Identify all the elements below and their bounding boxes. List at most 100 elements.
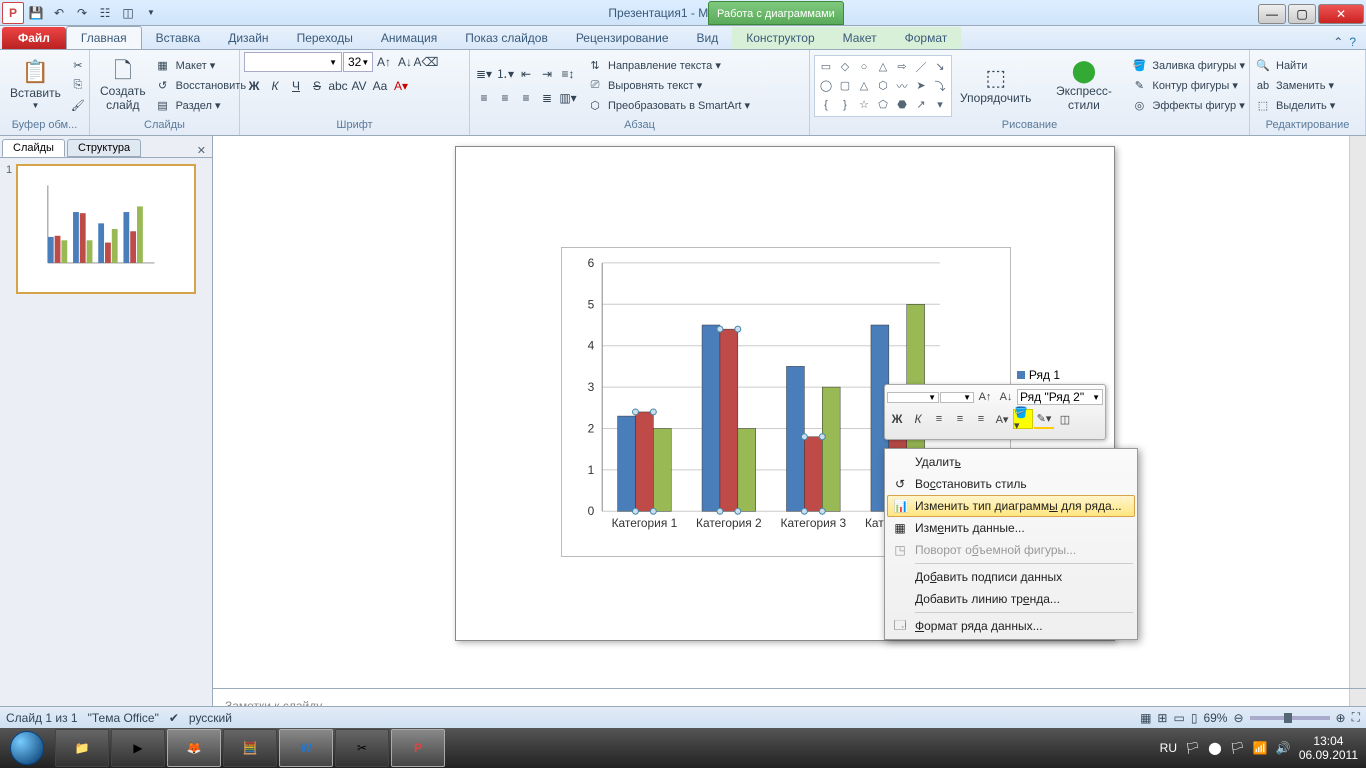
align-text-button[interactable]: ⎚Выровнять текст ▾ <box>586 77 750 95</box>
help-icon[interactable]: ? <box>1349 35 1356 49</box>
mini-bold-button[interactable]: Ж <box>887 409 907 429</box>
italic-button[interactable]: К <box>265 76 285 96</box>
mini-shrink-icon[interactable]: A↓ <box>996 387 1016 407</box>
mini-align-left-icon[interactable]: ≡ <box>929 409 949 429</box>
tray-network-icon[interactable]: 📶 <box>1253 741 1268 755</box>
panel-close-icon[interactable]: ✕ <box>197 144 206 157</box>
tab-transitions[interactable]: Переходы <box>283 27 367 49</box>
shape-outline-button[interactable]: ✎Контур фигуры ▾ <box>1130 77 1245 95</box>
mini-size-combo[interactable]: ▼ <box>940 392 974 403</box>
layout-button[interactable]: ▦Макет ▾ <box>154 57 246 75</box>
mini-italic-button[interactable]: К <box>908 409 928 429</box>
zoom-out-icon[interactable]: ⊖ <box>1233 711 1243 725</box>
copy-icon[interactable]: ⎘ <box>69 77 87 95</box>
context-menu-item[interactable]: Добавить подписи данных <box>887 566 1135 588</box>
mini-font-color-icon[interactable]: A▾ <box>992 409 1012 429</box>
view-normal-icon[interactable]: ▦ <box>1140 711 1151 725</box>
view-sorter-icon[interactable]: ⊞ <box>1157 711 1167 725</box>
outline-tab[interactable]: Структура <box>67 139 141 157</box>
columns-icon[interactable]: ▥▾ <box>558 88 578 108</box>
underline-button[interactable]: Ч <box>286 76 306 96</box>
vertical-scrollbar[interactable] <box>1349 136 1366 688</box>
zoom-slider[interactable] <box>1250 716 1330 720</box>
view-reading-icon[interactable]: ▭ <box>1173 711 1184 725</box>
task-snip[interactable]: ✂ <box>335 729 389 767</box>
task-powerpoint[interactable]: P <box>391 729 445 767</box>
indent-dec-icon[interactable]: ⇤ <box>516 64 536 84</box>
tab-chart-design[interactable]: Конструктор <box>732 27 828 49</box>
task-word[interactable]: W <box>279 729 333 767</box>
view-slideshow-icon[interactable]: ▯ <box>1191 711 1198 725</box>
zoom-in-icon[interactable]: ⊕ <box>1336 711 1346 725</box>
tray-volume-icon[interactable]: 🔊 <box>1276 741 1291 755</box>
tray-lang[interactable]: RU <box>1160 741 1177 755</box>
context-menu-item[interactable]: Удалить <box>887 451 1135 473</box>
mini-fill-icon[interactable]: 🪣▾ <box>1013 409 1033 429</box>
zoom-level[interactable]: 69% <box>1203 711 1227 725</box>
tab-design[interactable]: Дизайн <box>214 27 282 49</box>
mini-format-icon[interactable]: ◫ <box>1055 409 1075 429</box>
indent-inc-icon[interactable]: ⇥ <box>537 64 557 84</box>
reset-button[interactable]: ↺Восстановить <box>154 77 246 95</box>
tray-action-icon[interactable]: 🏳 <box>1230 741 1245 755</box>
align-center-icon[interactable]: ≡ <box>495 88 515 108</box>
task-firefox[interactable]: 🦊 <box>167 729 221 767</box>
close-button[interactable]: ✕ <box>1318 4 1364 24</box>
maximize-button[interactable]: ▢ <box>1288 4 1316 24</box>
select-button[interactable]: ⬚Выделить ▾ <box>1254 97 1335 115</box>
tab-review[interactable]: Рецензирование <box>562 27 683 49</box>
undo-icon[interactable]: ↶ <box>48 2 70 24</box>
task-media[interactable]: ▶ <box>111 729 165 767</box>
context-menu-item[interactable]: ▦Изменить данные... <box>887 517 1135 539</box>
format-painter-icon[interactable]: 🖌 <box>69 97 87 115</box>
new-slide-button[interactable]: 🗋Создать слайд <box>94 57 152 114</box>
tab-insert[interactable]: Вставка <box>142 27 215 49</box>
find-button[interactable]: 🔍Найти <box>1254 57 1335 75</box>
tab-chart-format[interactable]: Формат <box>891 27 962 49</box>
spellcheck-icon[interactable]: ✔ <box>169 711 179 725</box>
slide-thumbnail[interactable]: 1 <box>6 164 206 294</box>
tray-flag-icon[interactable]: 🏳 <box>1185 741 1200 755</box>
tab-chart-layout[interactable]: Макет <box>829 27 891 49</box>
shape-fill-button[interactable]: 🪣Заливка фигуры ▾ <box>1130 57 1245 75</box>
align-right-icon[interactable]: ≡ <box>516 88 536 108</box>
convert-smartart-button[interactable]: ⬡Преобразовать в SmartArt ▾ <box>586 97 750 115</box>
line-spacing-icon[interactable]: ≡↕ <box>558 64 578 84</box>
numbering-icon[interactable]: ⒈▾ <box>495 64 515 84</box>
start-button[interactable] <box>0 728 54 768</box>
cut-icon[interactable]: ✂ <box>69 57 87 75</box>
font-color-button[interactable]: A▾ <box>391 76 411 96</box>
mini-outline-icon[interactable]: ✎▾ <box>1034 409 1054 429</box>
clear-format-icon[interactable]: A⌫ <box>416 52 436 72</box>
text-direction-button[interactable]: ⇅Направление текста ▾ <box>586 57 750 75</box>
mini-align-center-icon[interactable]: ≡ <box>950 409 970 429</box>
shape-effects-button[interactable]: ◎Эффекты фигур ▾ <box>1130 97 1245 115</box>
context-menu-item[interactable]: ◳Поворот объемной фигуры... <box>887 539 1135 561</box>
context-menu-item[interactable]: ↺Восстановить стиль <box>887 473 1135 495</box>
minimize-button[interactable]: — <box>1258 4 1286 24</box>
context-menu-item[interactable]: Добавить линию тренда... <box>887 588 1135 610</box>
tab-home[interactable]: Главная <box>66 26 142 49</box>
arrange-button[interactable]: ⬚Упорядочить <box>954 64 1037 107</box>
case-button[interactable]: Aa <box>370 76 390 96</box>
bullets-icon[interactable]: ≣▾ <box>474 64 494 84</box>
section-button[interactable]: ▤Раздел ▾ <box>154 97 246 115</box>
redo-icon[interactable]: ↷ <box>71 2 93 24</box>
mini-grow-icon[interactable]: A↑ <box>975 387 995 407</box>
shrink-font-icon[interactable]: A↓ <box>395 52 415 72</box>
save-icon[interactable]: 💾 <box>25 2 47 24</box>
task-calc[interactable]: 🧮 <box>223 729 277 767</box>
font-name-combo[interactable]: ▼ <box>244 52 342 72</box>
status-lang[interactable]: русский <box>189 711 232 725</box>
task-explorer[interactable]: 📁 <box>55 729 109 767</box>
strike-button[interactable]: S <box>307 76 327 96</box>
minimize-ribbon-icon[interactable]: ⌃ <box>1333 35 1343 49</box>
mini-align-right-icon[interactable]: ≡ <box>971 409 991 429</box>
paste-button[interactable]: 📋Вставить▼ <box>4 58 67 112</box>
fit-slide-icon[interactable]: ⛶ <box>1352 710 1360 725</box>
shapes-gallery[interactable]: ▭◇○△⇨／↘ ◯▢△⬡〰➤⤵ {}☆⬠⬣↗▾ <box>814 55 952 117</box>
mini-series-combo[interactable]: Ряд "Ряд 2"▼ <box>1017 389 1103 405</box>
tab-slideshow[interactable]: Показ слайдов <box>451 27 562 49</box>
replace-button[interactable]: abЗаменить ▾ <box>1254 77 1335 95</box>
context-menu-item[interactable]: 🗔Формат ряда данных... <box>887 615 1135 637</box>
